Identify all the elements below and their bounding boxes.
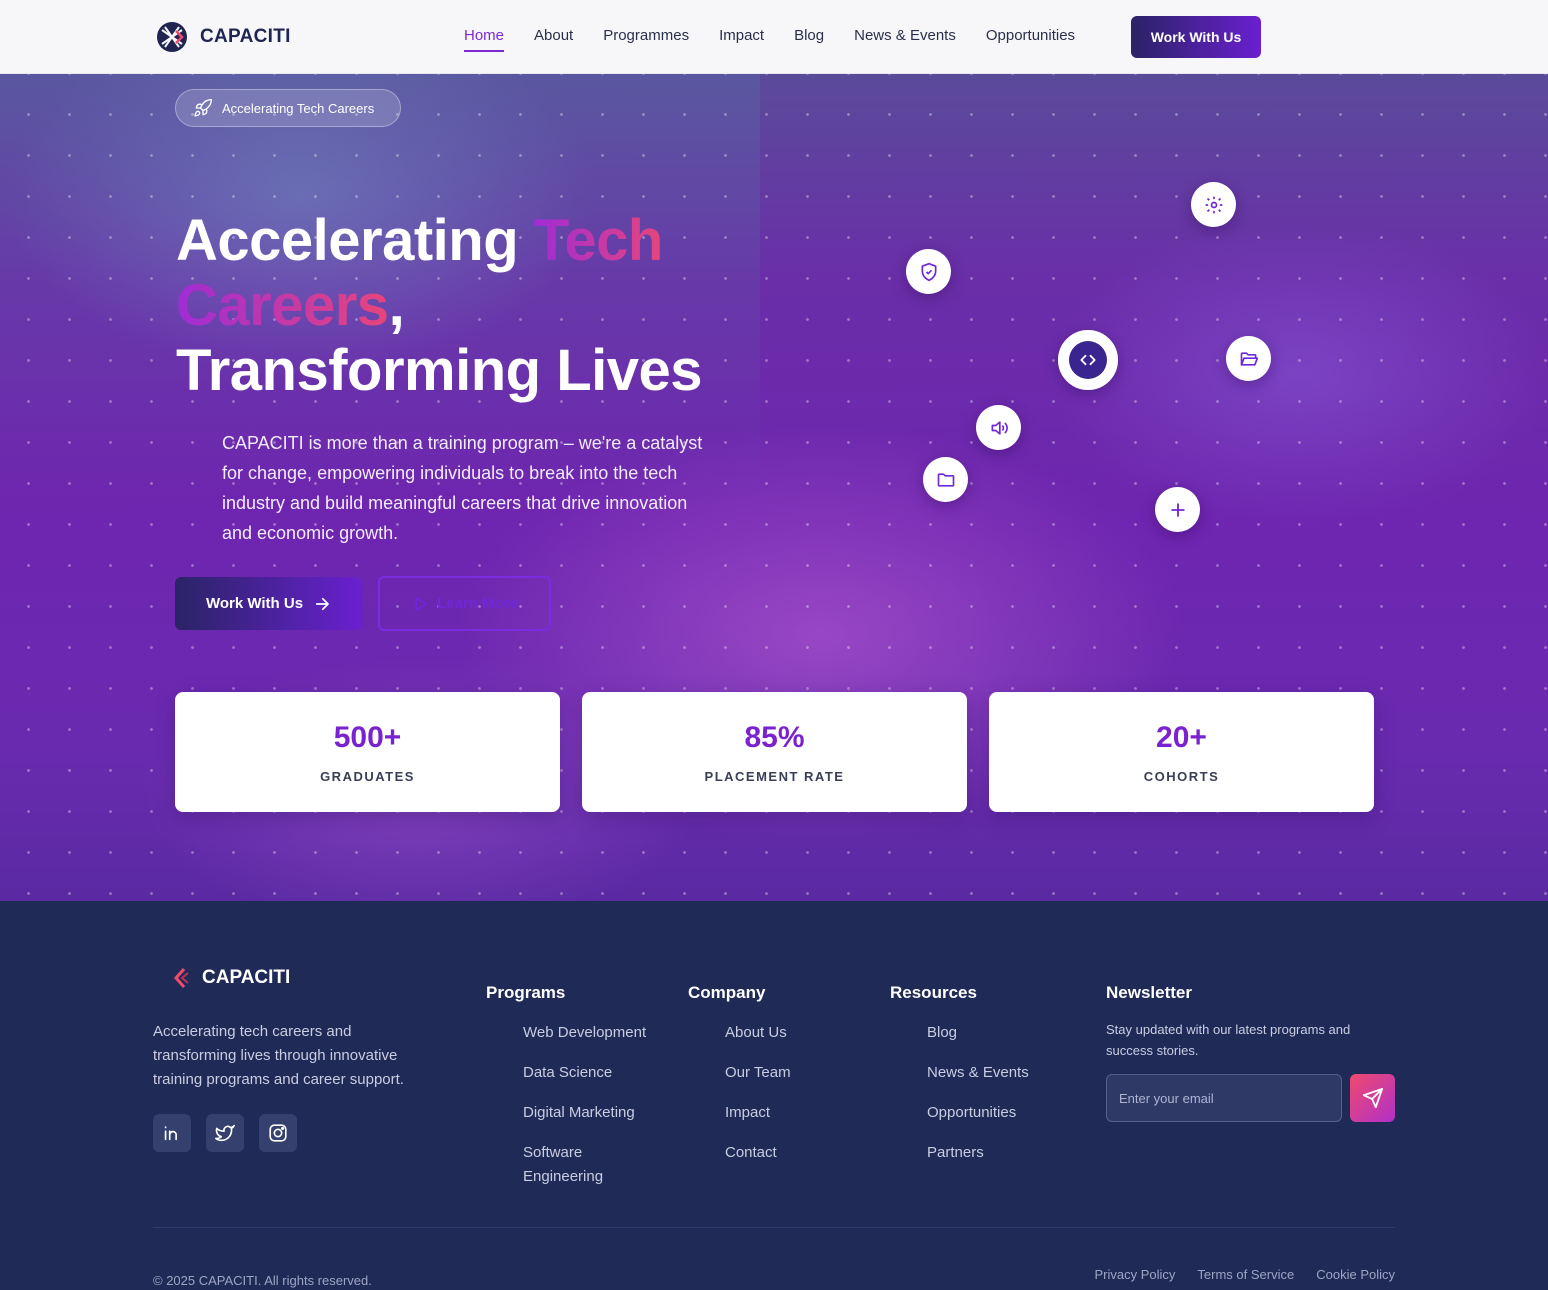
brand-name: CAPACITI [200,26,291,47]
newsletter-submit-button[interactable] [1350,1074,1395,1122]
footer-brand-name: CAPACITI [202,967,291,988]
linkedin-link[interactable] [153,1114,191,1152]
hero-badge-label: Accelerating Tech Careers [222,100,375,116]
headline-highlight-tech: Tech [533,208,664,273]
twitter-link[interactable] [206,1114,244,1152]
footer-link-software-engineering[interactable]: Software Engineering [523,1141,653,1189]
linkedin-icon [164,1126,177,1141]
arrow-right-icon [315,597,329,610]
hero-badge: Accelerating Tech Careers [175,89,401,127]
plus-icon [1170,502,1185,517]
rocket-icon [194,98,212,117]
stat-label: GRADUATES [320,768,415,784]
footer-link-data-science[interactable]: Data Science [523,1061,653,1085]
footer-link-web-development[interactable]: Web Development [523,1021,653,1045]
code-icon-bubble [1058,330,1118,390]
newsletter-section: Newsletter Stay updated with our latest … [1106,983,1396,1122]
footer-link-partners[interactable]: Partners [927,1141,1029,1165]
shield-icon [921,262,936,281]
terms-of-service-link[interactable]: Terms of Service [1197,1267,1294,1282]
footer-link-contact[interactable]: Contact [725,1141,791,1165]
top-navbar: CAPACITI Home About Programmes Impact Bl… [0,0,1548,74]
social-links [153,1114,297,1152]
send-icon [1362,1087,1383,1109]
footer-link-blog[interactable]: Blog [927,1021,1029,1045]
stat-card-cohorts: 20+ COHORTS [989,692,1374,812]
work-with-us-label: Work With Us [205,595,304,612]
instagram-icon [269,1124,287,1142]
hero-description: CAPACITI is more than a training program… [222,433,703,543]
footer-company-title: Company [688,983,766,1002]
nav-link-impact[interactable]: Impact [719,27,764,50]
learn-more-label: Learn More [437,595,518,612]
footer-about-text: Accelerating tech careers and transformi… [153,1023,404,1088]
footer-link-digital-marketing[interactable]: Digital Marketing [523,1101,653,1125]
learn-more-button[interactable]: Learn More [378,576,551,631]
footer-link-about-us[interactable]: About Us [725,1021,791,1045]
shield-icon-bubble [906,249,951,294]
work-with-us-button[interactable]: Work With Us [175,577,362,630]
stat-value: 85% [744,720,805,754]
stat-value: 500+ [333,720,402,754]
footer-link-opportunities[interactable]: Opportunities [927,1101,1029,1125]
nav-link-opportunities[interactable]: Opportunities [986,27,1075,50]
newsletter-text: Stay updated with our latest programs an… [1106,1022,1351,1058]
legal-links: Privacy Policy Terms of Service Cookie P… [1095,1267,1396,1282]
footer-resources-column: Resources Blog News & Events Opportuniti… [890,983,1029,1181]
capaciti-chevron-icon [173,968,189,988]
stat-label: COHORTS [1143,768,1220,784]
gear-icon-bubble [1191,182,1236,227]
footer-resources-title: Resources [890,983,977,1002]
nav-link-programmes[interactable]: Programmes [603,27,689,50]
headline-part1: Accelerating [176,208,534,273]
footer-company-column: Company About Us Our Team Impact Contact [688,983,791,1181]
headline-line3: Transforming Lives [176,338,703,403]
stat-card-graduates: 500+ GRADUATES [175,692,560,812]
footer-programs-column: Programs Web Development Data Science Di… [486,983,653,1205]
newsletter-title: Newsletter [1106,983,1192,1002]
stat-card-placement-rate: 85% PLACEMENT RATE [582,692,967,812]
hero-section: Accelerating Tech Careers Accelerating T… [0,74,1548,901]
folder-open-icon [1240,351,1258,366]
folder-icon-bubble [923,457,968,502]
footer-link-our-team[interactable]: Our Team [725,1061,791,1085]
instagram-link[interactable] [259,1114,297,1152]
stat-value: 20+ [1156,720,1207,754]
code-icon [1080,354,1096,366]
nav-link-news-events[interactable]: News & Events [854,27,956,50]
brand-logo[interactable]: CAPACITI [156,21,291,53]
stats-row: 500+ GRADUATES 85% PLACEMENT RATE 20+ CO… [175,692,1374,812]
speaker-icon-bubble [976,405,1021,450]
footer-brand-logo[interactable]: CAPACITI [172,967,290,989]
newsletter-email-input[interactable] [1106,1074,1342,1122]
twitter-icon [215,1124,235,1142]
stat-label: PLACEMENT RATE [704,768,845,784]
nav-link-blog[interactable]: Blog [794,27,824,50]
folder-open-icon-bubble [1226,336,1271,381]
hero-headline: Accelerating Tech Careers, Transforming … [176,208,703,403]
footer-link-impact[interactable]: Impact [725,1101,791,1125]
plus-icon-bubble [1155,487,1200,532]
nav-link-about[interactable]: About [534,27,573,50]
headline-highlight-careers: Careers [176,273,389,338]
play-icon [415,596,428,611]
work-with-us-nav-button[interactable]: Work With Us [1131,16,1261,58]
nav-link-home[interactable]: Home [464,27,505,52]
folder-icon [937,472,954,487]
speaker-icon [991,420,1008,435]
cookie-policy-link[interactable]: Cookie Policy [1316,1267,1395,1282]
footer-link-news-events[interactable]: News & Events [927,1061,1029,1085]
site-footer: CAPACITI Accelerating tech careers and t… [0,901,1548,1290]
privacy-policy-link[interactable]: Privacy Policy [1095,1267,1176,1282]
main-nav: Home About Programmes Impact Blog News &… [464,27,1075,52]
copyright-text: © 2025 CAPACITI. All rights reserved. [153,1273,372,1288]
headline-comma: , [388,273,405,338]
gear-icon [1205,196,1222,213]
footer-divider [153,1227,1395,1228]
newsletter-form [1106,1074,1395,1122]
capaciti-logo-icon [157,22,187,52]
footer-programs-title: Programs [486,983,566,1002]
